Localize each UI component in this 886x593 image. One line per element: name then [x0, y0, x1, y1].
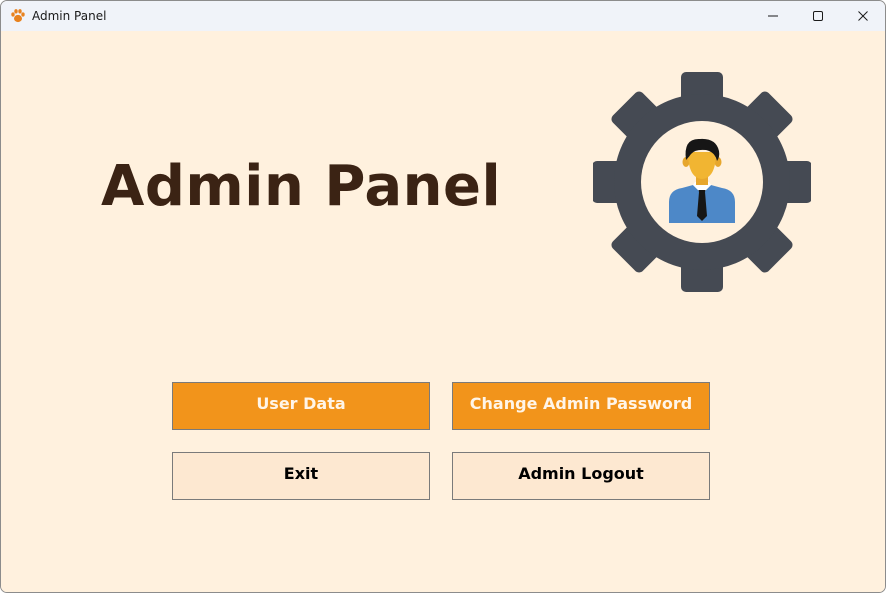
user-data-button[interactable]: User Data: [172, 382, 430, 430]
paw-icon: [10, 8, 26, 24]
change-admin-password-button[interactable]: Change Admin Password: [452, 382, 710, 430]
close-icon: [858, 11, 868, 21]
close-button[interactable]: [840, 1, 885, 31]
main-content: Admin Panel User Data Change Admin Passw…: [1, 31, 885, 592]
minimize-icon: [768, 15, 778, 17]
admin-gear-user-icon: [593, 72, 811, 292]
maximize-icon: [813, 11, 823, 21]
maximize-button[interactable]: [795, 1, 841, 31]
window-title: Admin Panel: [32, 9, 107, 23]
admin-logout-button[interactable]: Admin Logout: [452, 452, 710, 500]
page-title: Admin Panel: [101, 154, 502, 219]
title-bar[interactable]: Admin Panel: [1, 1, 885, 31]
exit-button[interactable]: Exit: [172, 452, 430, 500]
minimize-button[interactable]: [750, 1, 796, 31]
app-window: Admin Panel Admin Panel User Data Change…: [0, 0, 886, 593]
